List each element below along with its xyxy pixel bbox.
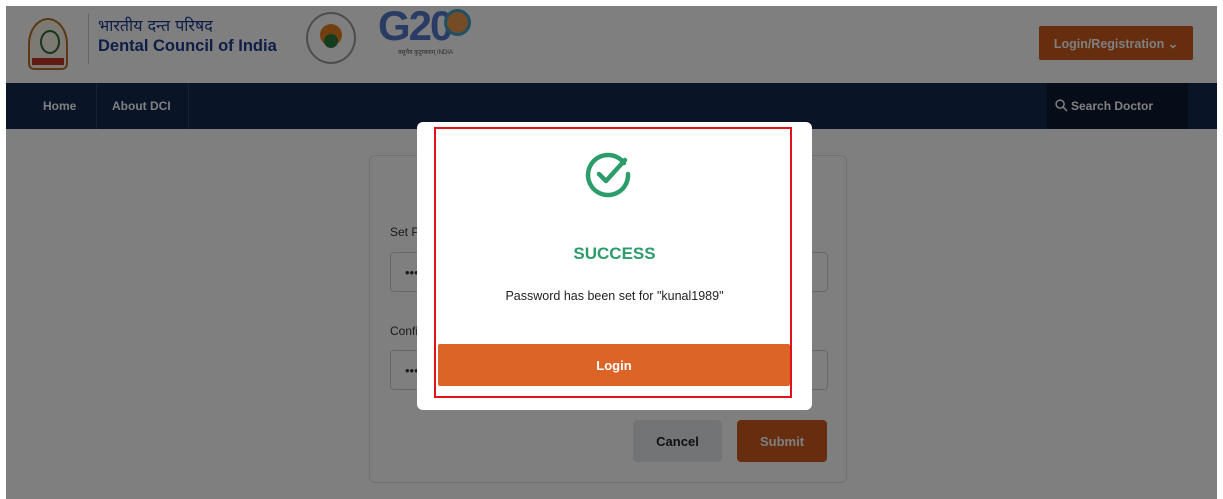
success-title: SUCCESS [573,244,656,263]
check-circle-icon [585,152,631,198]
login-button[interactable]: Login [438,344,790,386]
success-modal: SUCCESS Password has been set for "kunal… [417,122,812,410]
success-message: Password has been set for "kunal1989" [505,289,724,303]
